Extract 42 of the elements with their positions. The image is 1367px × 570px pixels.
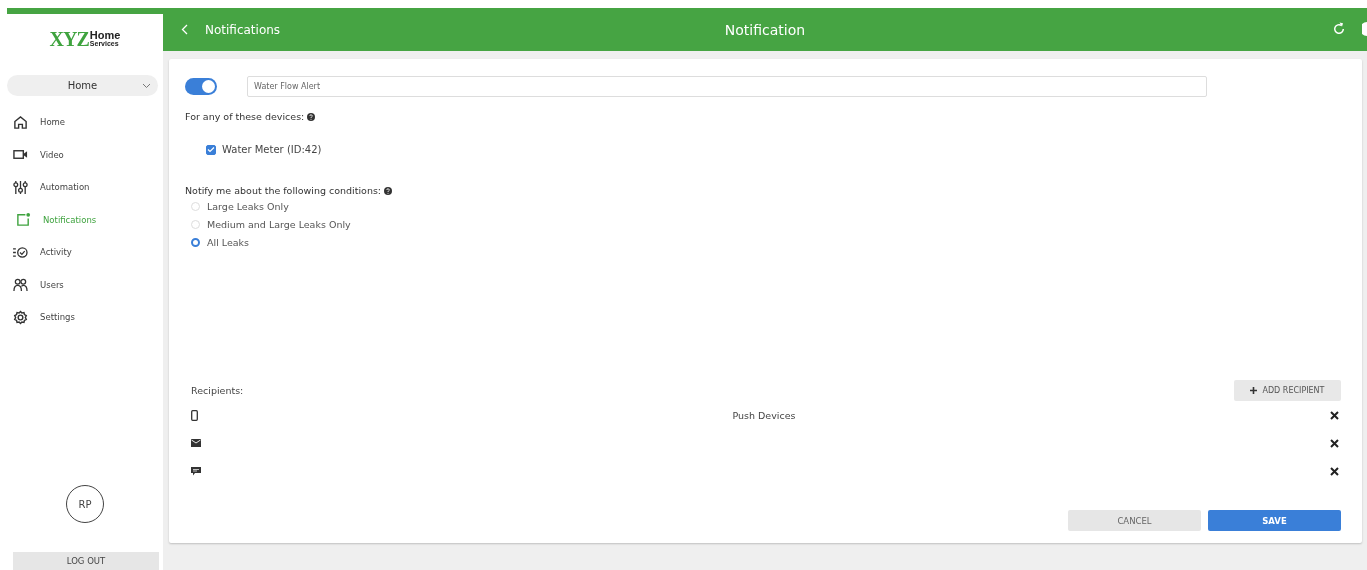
device-label: Water Meter (ID:42)	[222, 144, 322, 155]
nav-item[interactable]: Automation	[7, 171, 163, 204]
recipients-label: Recipients:	[191, 385, 244, 396]
location-select[interactable]: Home	[7, 75, 158, 96]
nav-item[interactable]: Settings	[7, 301, 163, 334]
close-icon[interactable]	[1330, 410, 1339, 420]
nav-item[interactable]: Users	[7, 268, 163, 301]
condition-label: Large Leaks Only	[207, 201, 289, 212]
settings-icon	[13, 309, 28, 325]
condition-radio[interactable]	[191, 238, 200, 247]
users-icon	[13, 277, 28, 292]
sliders-icon	[13, 179, 28, 195]
chat-bubble-icon	[191, 466, 201, 476]
page-title: Notification	[724, 21, 806, 38]
save-button[interactable]: SAVE	[1208, 510, 1341, 531]
name-field[interactable]: Water Flow Alert	[247, 76, 1207, 97]
devices-label: For any of these devices:	[185, 111, 305, 122]
logout-button[interactable]: LOG OUT	[13, 552, 159, 570]
nav-item[interactable]: Home	[7, 106, 163, 139]
add-recipient-button[interactable]: ADD RECIPIENT	[1234, 380, 1341, 401]
help-icon[interactable]	[307, 112, 316, 121]
enable-toggle[interactable]	[185, 78, 217, 95]
conditions-label: Notify me about the following conditions:	[185, 185, 382, 196]
cancel-button[interactable]: CANCEL	[1068, 510, 1201, 531]
envelope-icon	[191, 439, 201, 447]
activity-icon	[13, 245, 28, 259]
home-icon	[13, 114, 28, 130]
notification-icon	[16, 212, 31, 228]
nav-item[interactable]: Video	[7, 138, 163, 171]
phone-icon	[191, 409, 198, 421]
close-icon[interactable]	[1330, 466, 1339, 476]
condition-label: Medium and Large Leaks Only	[207, 219, 351, 230]
video-camera-icon	[13, 149, 28, 161]
plus-icon	[1250, 387, 1258, 394]
condition-label: All Leaks	[207, 237, 250, 248]
close-icon[interactable]	[1330, 438, 1339, 448]
recipient-text: Push Devices	[732, 409, 796, 421]
nav-item[interactable]: Activity	[7, 236, 163, 269]
refresh-icon[interactable]	[1333, 22, 1345, 35]
device-checkbox[interactable]	[206, 144, 216, 155]
chevron-down-icon	[142, 83, 151, 89]
help-icon[interactable]	[384, 186, 393, 195]
